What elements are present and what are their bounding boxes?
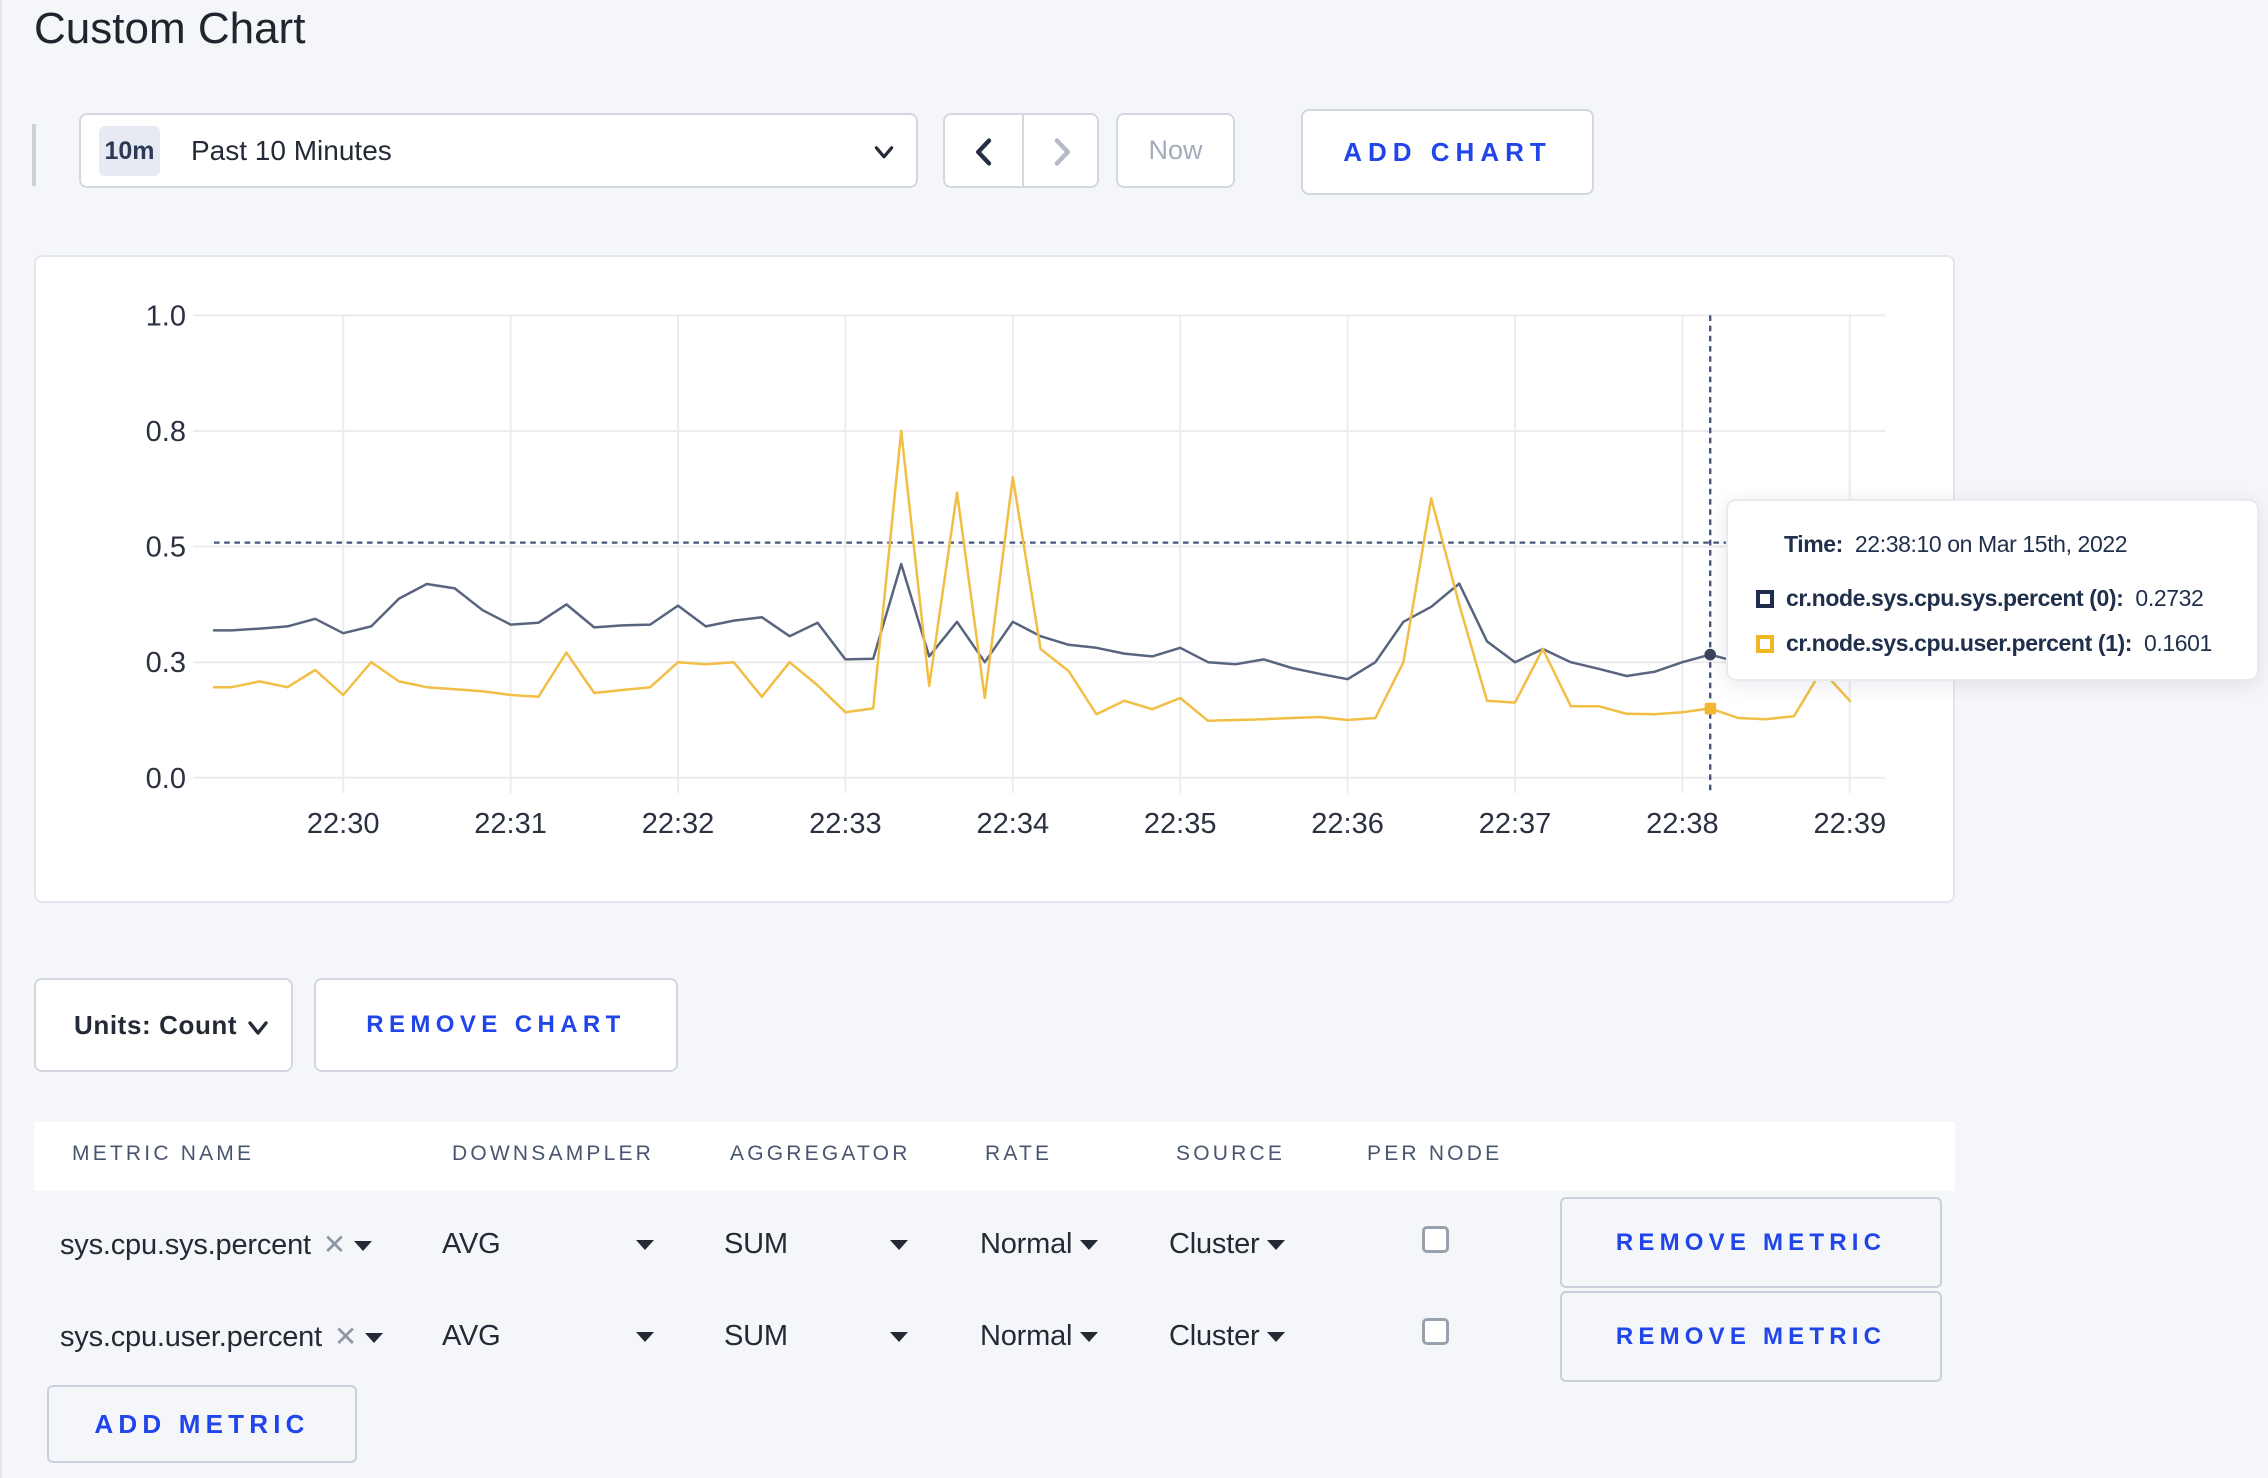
svg-text:22:30: 22:30 bbox=[307, 808, 380, 840]
svg-text:22:33: 22:33 bbox=[809, 808, 882, 840]
svg-text:0.3: 0.3 bbox=[146, 647, 186, 679]
svg-text:22:39: 22:39 bbox=[1814, 808, 1887, 840]
svg-text:22:32: 22:32 bbox=[642, 808, 715, 840]
svg-text:22:36: 22:36 bbox=[1311, 808, 1384, 840]
svg-text:1.0: 1.0 bbox=[146, 300, 186, 332]
svg-text:0.0: 0.0 bbox=[146, 762, 186, 794]
svg-text:22:34: 22:34 bbox=[977, 808, 1050, 840]
svg-text:22:31: 22:31 bbox=[474, 808, 547, 840]
svg-text:0.8: 0.8 bbox=[146, 416, 186, 448]
svg-text:0.5: 0.5 bbox=[146, 531, 186, 563]
svg-text:22:38: 22:38 bbox=[1646, 808, 1719, 840]
svg-text:22:35: 22:35 bbox=[1144, 808, 1217, 840]
svg-text:22:37: 22:37 bbox=[1479, 808, 1552, 840]
